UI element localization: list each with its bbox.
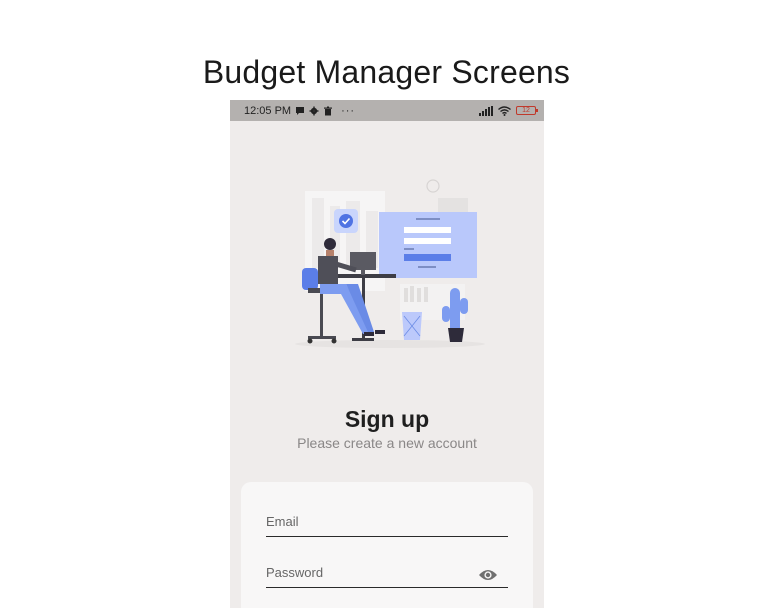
password-field-container — [266, 558, 508, 588]
signup-form-card — [241, 482, 533, 608]
page-title: Budget Manager Screens — [202, 54, 571, 90]
email-field-container — [266, 507, 508, 537]
status-time: 12:05 PM — [244, 104, 292, 117]
signal-icon — [479, 105, 493, 116]
status-more: ··· — [341, 104, 356, 117]
signup-heading: Sign up — [344, 406, 430, 432]
eye-icon[interactable] — [478, 568, 498, 582]
battery-icon: 12 — [516, 106, 538, 115]
signin-illustration — [295, 179, 485, 348]
signup-subtitle: Please create a new account — [297, 435, 477, 451]
wifi-icon — [498, 105, 511, 116]
chat-icon — [296, 106, 305, 115]
email-input[interactable] — [266, 507, 508, 536]
status-bar: 12:05 PM ··· 12 — [230, 100, 544, 121]
trash-icon — [324, 106, 333, 115]
phone-screen: 12:05 PM ··· 12 Sign up Please create a … — [230, 100, 544, 608]
password-input[interactable] — [266, 558, 508, 587]
settings-icon — [309, 106, 319, 115]
